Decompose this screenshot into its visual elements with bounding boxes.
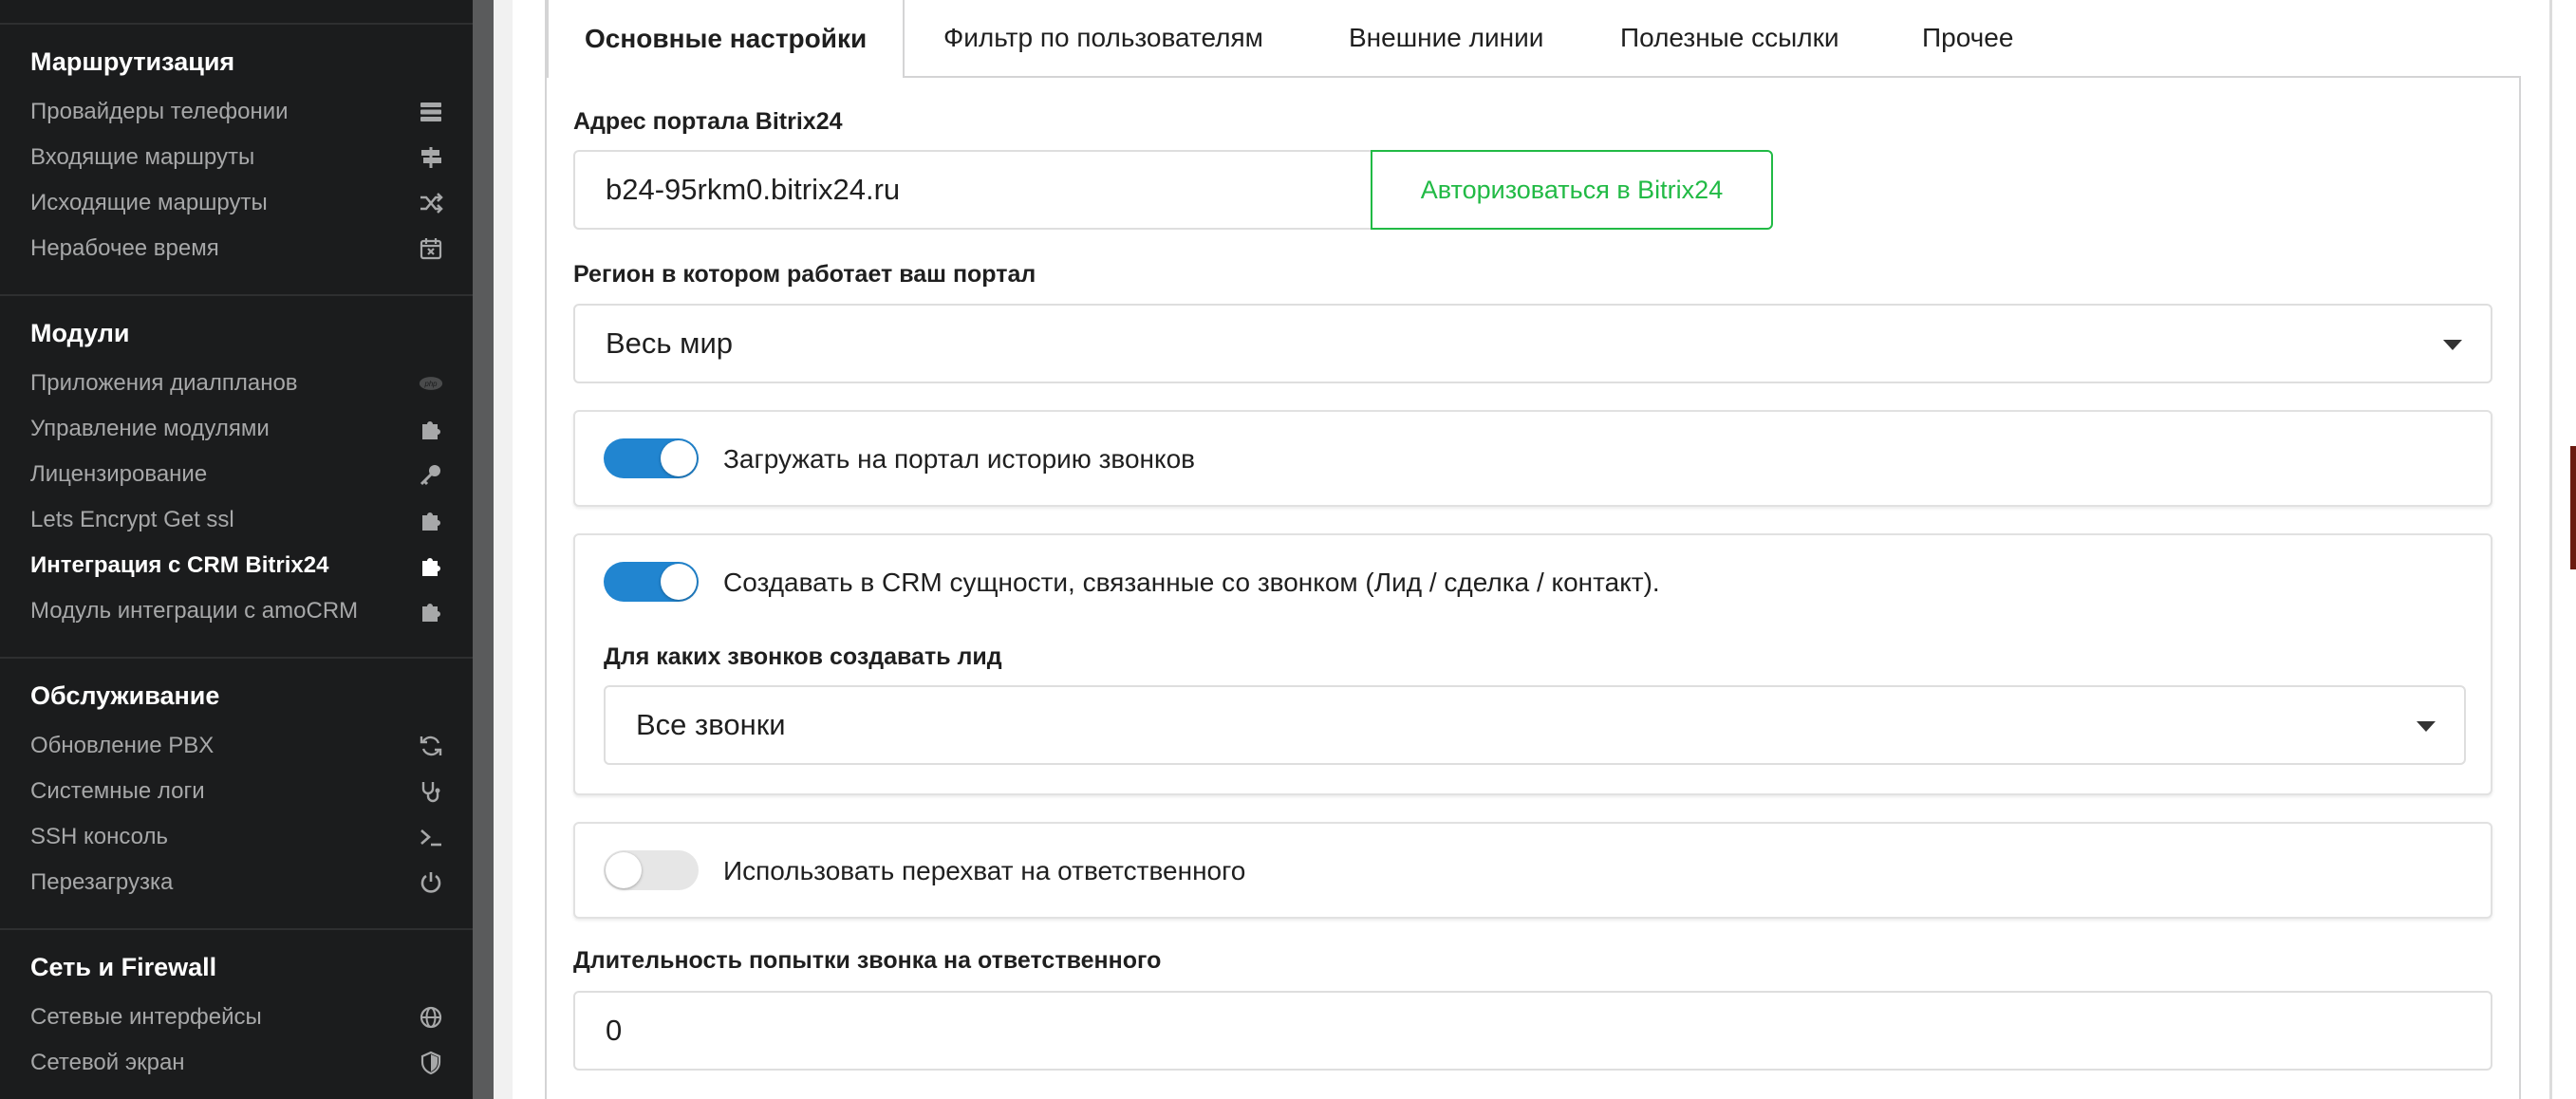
intercept-segment: Использовать перехват на ответственного: [573, 822, 2492, 919]
create-crm-segment: Создавать в CRM сущности, связанные со з…: [573, 533, 2492, 795]
signpost-icon: [418, 144, 444, 171]
sidebar-item-label: Системные логи: [30, 778, 205, 804]
sidebar-item-label: Управление модулями: [30, 416, 270, 441]
sidebar-item-label: Интеграция с CRM Bitrix24: [30, 552, 329, 578]
sidebar-item-off-hours[interactable]: Нерабочее время: [0, 226, 473, 271]
calendar-x-icon: [418, 235, 444, 262]
tab-main-settings[interactable]: Основные настройки: [547, 0, 905, 78]
upload-history-toggle[interactable]: [604, 438, 699, 478]
sidebar-item-label: Лицензирование: [30, 461, 208, 487]
create-crm-label: Создавать в CRM сущности, связанные со з…: [723, 568, 1660, 597]
terminal-icon: [418, 824, 444, 850]
sidebar-item-bitrix24-integration[interactable]: Интеграция с CRM Bitrix24: [0, 543, 473, 588]
sidebar-divider: [0, 23, 473, 25]
sidebar-item-system-logs[interactable]: Системные логи: [0, 769, 473, 814]
sidebar-scrollbar[interactable]: [473, 0, 494, 1099]
sidebar-item-ssh-console[interactable]: SSH консоль: [0, 814, 473, 860]
sidebar-item-label: Сетевые интерфейсы: [30, 1004, 262, 1030]
tab-bar: Основные настройки Фильтр по пользовател…: [547, 0, 2519, 78]
tab-underline: [904, 76, 2521, 78]
globe-icon: [418, 1004, 444, 1031]
svg-text:php: php: [423, 380, 438, 388]
sidebar-item-label: Провайдеры телефонии: [30, 99, 289, 124]
php-icon: php: [418, 370, 444, 397]
edge-mark: [2570, 446, 2576, 569]
lead-calls-select[interactable]: Все звонки: [604, 685, 2466, 765]
puzzle-icon: [418, 552, 444, 579]
portal-address-label: Адрес портала Bitrix24: [573, 108, 843, 135]
upload-history-label: Загружать на портал историю звонков: [723, 444, 1196, 474]
sidebar-divider: [0, 928, 473, 930]
sidebar-item-amocrm-integration[interactable]: Модуль интеграции с amoCRM: [0, 588, 473, 634]
sidebar-item-licensing[interactable]: Лицензирование: [0, 452, 473, 497]
tab-external-lines[interactable]: Внешние линии: [1349, 0, 1543, 76]
duration-input[interactable]: 0: [573, 991, 2492, 1071]
sidebar-item-reboot[interactable]: Перезагрузка: [0, 860, 473, 905]
sidebar-item-label: Модуль интеграции с amoCRM: [30, 598, 359, 624]
tab-user-filter[interactable]: Фильтр по пользователям: [943, 0, 1263, 76]
sidebar-item-outgoing-routes[interactable]: Исходящие маршруты: [0, 180, 473, 226]
sidebar-item-lets-encrypt[interactable]: Lets Encrypt Get ssl: [0, 497, 473, 543]
server-icon: [418, 99, 444, 125]
sidebar-item-label: Lets Encrypt Get ssl: [30, 507, 234, 532]
toggle-knob: [606, 852, 642, 888]
sidebar-item-firewall[interactable]: Сетевой экран: [0, 1040, 473, 1086]
sidebar-item-label: Нерабочее время: [30, 235, 219, 261]
portal-address-input[interactable]: b24-95rkm0.bitrix24.ru: [573, 150, 1372, 230]
sidebar-section-title-network: Сеть и Firewall: [30, 953, 217, 981]
refresh-icon: [418, 733, 444, 759]
panel-border: [2519, 76, 2521, 1099]
chevron-down-icon: [2417, 721, 2436, 732]
page-scrollbar-track[interactable]: [2549, 0, 2552, 1099]
sidebar: Маршрутизация Провайдеры телефонии Входя…: [0, 0, 473, 1099]
region-select[interactable]: Весь мир: [573, 304, 2492, 383]
sidebar-section-title-routing: Маршрутизация: [30, 47, 235, 76]
stethoscope-icon: [418, 778, 444, 805]
intercept-toggle[interactable]: [604, 850, 699, 890]
upload-history-segment: Загружать на портал историю звонков: [573, 410, 2492, 507]
sidebar-section-title-maintenance: Обслуживание: [30, 681, 220, 710]
shield-icon: [418, 1050, 444, 1076]
sidebar-item-label: Обновление PBX: [30, 733, 215, 758]
power-icon: [418, 869, 444, 896]
key-icon: [418, 461, 444, 488]
intercept-label: Использовать перехват на ответственного: [723, 856, 1246, 885]
panel-border: [545, 0, 547, 1099]
lead-calls-select-value: Все звонки: [636, 708, 786, 741]
tab-other[interactable]: Прочее: [1922, 0, 2013, 76]
sidebar-item-label: Исходящие маршруты: [30, 190, 268, 215]
sidebar-item-label: SSH консоль: [30, 824, 168, 849]
lead-calls-label: Для каких звонков создавать лид: [604, 643, 1002, 670]
shuffle-icon: [418, 190, 444, 216]
sidebar-item-module-management[interactable]: Управление модулями: [0, 406, 473, 452]
region-select-value: Весь мир: [606, 326, 734, 360]
puzzle-icon: [418, 507, 444, 533]
tab-useful-links[interactable]: Полезные ссылки: [1620, 0, 1839, 76]
sidebar-item-label: Перезагрузка: [30, 869, 174, 895]
sidebar-item-pbx-update[interactable]: Обновление PBX: [0, 723, 473, 769]
content-gutter: [494, 0, 513, 1099]
sidebar-section-title-modules: Модули: [30, 319, 130, 347]
duration-label: Длительность попытки звонка на ответстве…: [573, 947, 1162, 974]
sidebar-item-label: Входящие маршруты: [30, 144, 255, 170]
authorize-bitrix24-button[interactable]: Авторизоваться в Bitrix24: [1371, 150, 1773, 230]
sidebar-item-telephony-providers[interactable]: Провайдеры телефонии: [0, 89, 473, 135]
sidebar-item-network-interfaces[interactable]: Сетевые интерфейсы: [0, 995, 473, 1040]
sidebar-item-label: Приложения диалпланов: [30, 370, 298, 396]
region-label: Регион в котором работает ваш портал: [573, 261, 1036, 288]
create-crm-toggle[interactable]: [604, 562, 699, 602]
chevron-down-icon: [2443, 340, 2462, 350]
puzzle-icon: [418, 416, 444, 442]
sidebar-divider: [0, 294, 473, 296]
sidebar-item-label: Сетевой экран: [30, 1050, 185, 1075]
sidebar-item-incoming-routes[interactable]: Входящие маршруты: [0, 135, 473, 180]
window-edge: [2565, 0, 2576, 1099]
sidebar-item-dialplan-apps[interactable]: Приложения диалпланов php: [0, 361, 473, 406]
toggle-knob: [661, 440, 697, 476]
toggle-knob: [661, 564, 697, 600]
sidebar-divider: [0, 657, 473, 659]
puzzle-icon: [418, 598, 444, 624]
